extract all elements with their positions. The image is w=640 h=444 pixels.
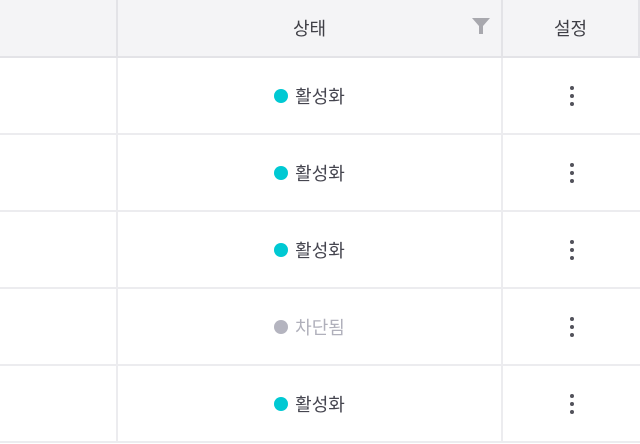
status-label: 활성화 <box>295 240 345 262</box>
table-row: 활성화 <box>0 135 640 212</box>
table-cell-settings <box>503 289 640 364</box>
status-label: 활성화 <box>295 163 345 185</box>
column-header-label: 설정 <box>553 19 588 40</box>
status-badge: 활성화 <box>274 83 345 109</box>
column-header-settings: 설정 <box>503 0 640 56</box>
table-row: 활성화 <box>0 58 640 135</box>
table-cell-settings <box>503 135 640 210</box>
more-vertical-icon[interactable] <box>562 82 582 110</box>
status-dot-icon <box>274 242 289 257</box>
table-cell-settings <box>503 366 640 441</box>
status-dot-icon <box>274 88 289 103</box>
table-cell-blank <box>0 366 118 441</box>
status-badge: 활성화 <box>274 160 345 186</box>
status-badge: 활성화 <box>274 391 345 417</box>
more-vertical-icon[interactable] <box>562 236 582 264</box>
table-cell-status: 차단됨 <box>118 289 503 364</box>
more-vertical-icon[interactable] <box>562 390 582 418</box>
table-cell-blank <box>0 135 118 210</box>
table-row: 활성화 <box>0 366 640 443</box>
status-dot-icon <box>274 319 289 334</box>
status-label: 활성화 <box>295 86 345 108</box>
table-cell-status: 활성화 <box>118 212 503 287</box>
table-cell-status: 활성화 <box>118 366 503 441</box>
table-header: 상태 설정 <box>0 0 640 58</box>
table-cell-status: 활성화 <box>118 58 503 133</box>
more-vertical-icon[interactable] <box>562 313 582 341</box>
table-cell-settings <box>503 212 640 287</box>
more-vertical-icon[interactable] <box>562 159 582 187</box>
column-header-blank <box>0 0 118 56</box>
status-dot-icon <box>274 396 289 411</box>
column-header-status: 상태 <box>118 0 503 56</box>
status-badge: 차단됨 <box>274 314 345 340</box>
status-dot-icon <box>274 165 289 180</box>
table-cell-status: 활성화 <box>118 135 503 210</box>
table-row: 차단됨 <box>0 289 640 366</box>
table-cell-blank <box>0 212 118 287</box>
status-label: 차단됨 <box>295 317 345 339</box>
filter-icon[interactable] <box>470 16 492 38</box>
table-cell-blank <box>0 58 118 133</box>
status-badge: 활성화 <box>274 237 345 263</box>
status-label: 활성화 <box>295 394 345 416</box>
data-table: 상태 설정 활성화 활성화 활성화 차단됨 활성화 <box>0 0 640 444</box>
table-cell-settings <box>503 58 640 133</box>
table-cell-blank <box>0 289 118 364</box>
table-row: 활성화 <box>0 212 640 289</box>
column-header-label: 상태 <box>292 19 327 40</box>
